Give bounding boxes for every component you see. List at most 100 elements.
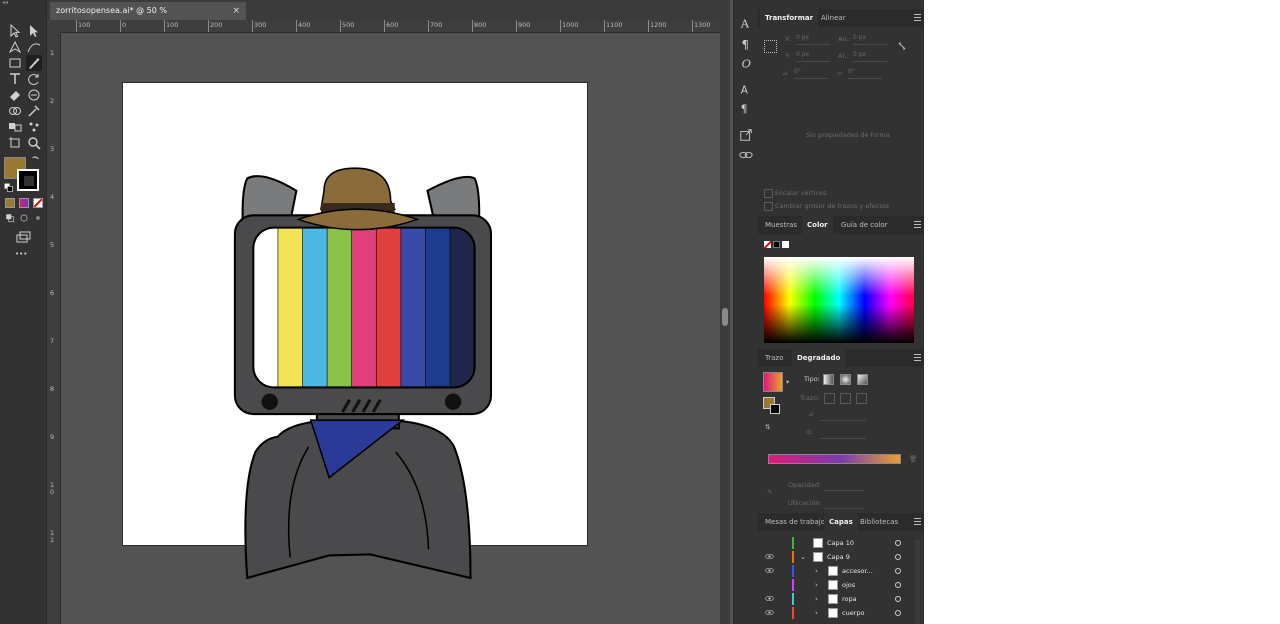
layers-scrollbar[interactable]: [915, 540, 920, 624]
opacity-field[interactable]: [824, 480, 864, 491]
expand-chevron-icon[interactable]: ›: [815, 606, 818, 620]
expand-chevron-icon[interactable]: ⌄: [800, 550, 806, 564]
scale-corners-checkbox[interactable]: [764, 189, 773, 198]
layer-name[interactable]: ojos: [842, 578, 855, 592]
freeform-gradient-button[interactable]: [857, 374, 868, 385]
vertical-ruler[interactable]: 1 2 3 4 5 6 7 8 9 10 11: [47, 32, 61, 624]
none-mode-icon[interactable]: [33, 198, 43, 208]
layer-target-icon[interactable]: [895, 610, 901, 616]
layer-target-icon[interactable]: [895, 554, 901, 560]
gradient-eyedropper-icon[interactable]: ✎: [767, 488, 772, 496]
opentype-panel-icon[interactable]: O: [739, 56, 753, 70]
tab-degradado[interactable]: Degradado: [792, 349, 846, 367]
default-colors-icon[interactable]: [4, 183, 13, 192]
visibility-eye-icon[interactable]: [765, 595, 774, 603]
character-panel-icon[interactable]: A: [739, 16, 753, 30]
layer-target-icon[interactable]: [895, 596, 901, 602]
radial-gradient-button[interactable]: [840, 374, 851, 385]
swap-colors-icon[interactable]: [31, 155, 40, 164]
tab-guia-de-color[interactable]: Guía de color: [836, 216, 893, 234]
panel-menu-icon[interactable]: [914, 14, 921, 21]
stroke-option-2-icon[interactable]: [840, 393, 851, 404]
panel-menu-icon[interactable]: [914, 354, 921, 361]
reference-point-icon[interactable]: [764, 40, 777, 53]
stroke-option-3-icon[interactable]: [856, 393, 867, 404]
expand-chevron-icon[interactable]: ›: [815, 592, 818, 606]
paragraph-panel-icon[interactable]: ¶: [739, 37, 753, 51]
selection-tool-icon[interactable]: [7, 23, 23, 39]
screen-mode-icon[interactable]: [15, 229, 31, 245]
document-tab[interactable]: zorritosopensea.ai* @ 50 % (CMYK/Previsu…: [50, 2, 246, 33]
tab-mesas-de-trabajo[interactable]: Mesas de trabajo: [760, 513, 830, 531]
gradient-preview-swatch[interactable]: [763, 372, 783, 392]
ruler-corner[interactable]: [47, 20, 60, 32]
rotate-tool-icon[interactable]: [26, 71, 42, 87]
links-icon[interactable]: [739, 148, 753, 162]
blend-tool-icon[interactable]: [7, 119, 23, 135]
layer-target-icon[interactable]: [895, 540, 901, 546]
tab-capas[interactable]: Capas: [824, 513, 858, 531]
layer-target-icon[interactable]: [895, 582, 901, 588]
width-field[interactable]: 0 px: [853, 34, 887, 45]
tab-muestras[interactable]: Muestras: [760, 216, 802, 234]
panel-grip[interactable]: ◂◂: [0, 0, 46, 6]
gradient-mode-icon[interactable]: [19, 198, 29, 208]
draw-normal-icon[interactable]: [5, 213, 15, 223]
height-field[interactable]: 0 px: [853, 51, 887, 62]
pen-tool-icon[interactable]: [7, 39, 23, 55]
paragraph-styles-icon[interactable]: ¶: [739, 101, 753, 115]
character-styles-icon[interactable]: A: [739, 82, 753, 96]
symbol-sprayer-tool-icon[interactable]: [26, 119, 42, 135]
stroke-swatch[interactable]: [17, 169, 39, 191]
tab-trazo[interactable]: Trazo: [760, 349, 788, 367]
location-field[interactable]: [824, 498, 864, 509]
visibility-eye-icon[interactable]: [765, 553, 774, 561]
scrollbar-thumb[interactable]: [722, 308, 728, 326]
layer-name[interactable]: Capa 9: [827, 550, 850, 564]
tab-transformar[interactable]: Transformar: [760, 9, 819, 27]
gradient-aspect-field[interactable]: [820, 428, 866, 439]
edit-toolbar-button[interactable]: •••: [15, 250, 27, 258]
layer-row[interactable]: › cuerpo: [758, 606, 924, 620]
zoom-tool-icon[interactable]: [26, 135, 42, 151]
scale-strokes-checkbox[interactable]: [764, 202, 773, 211]
layer-name[interactable]: accesor...: [842, 564, 873, 578]
layer-target-icon[interactable]: [895, 568, 901, 574]
layer-row[interactable]: Capa 10: [758, 536, 924, 550]
layer-name[interactable]: Capa 10: [827, 536, 854, 550]
draw-inside-icon[interactable]: [33, 213, 43, 223]
layer-name[interactable]: cuerpo: [842, 606, 864, 620]
linear-gradient-button[interactable]: [823, 374, 834, 385]
gradient-dropdown-icon[interactable]: ▾: [786, 378, 789, 386]
black-swatch[interactable]: [773, 241, 780, 248]
layer-row[interactable]: › ojos: [758, 578, 924, 592]
color-spectrum-picker[interactable]: [764, 257, 914, 343]
layer-name[interactable]: ropa: [842, 592, 857, 606]
stroke-option-1-icon[interactable]: [824, 393, 835, 404]
gradient-angle-field[interactable]: [820, 410, 866, 421]
shear-field[interactable]: 0°: [848, 68, 882, 79]
panel-menu-icon[interactable]: [914, 518, 921, 525]
close-tab-icon[interactable]: ×: [232, 2, 240, 20]
layer-row[interactable]: › accesor...: [758, 564, 924, 578]
visibility-eye-icon[interactable]: [765, 609, 774, 617]
type-tool-icon[interactable]: [7, 71, 23, 87]
gradient-slider[interactable]: [768, 454, 901, 464]
tab-bibliotecas[interactable]: Bibliotecas: [855, 513, 903, 531]
shape-builder-tool-icon[interactable]: [7, 103, 23, 119]
layer-row[interactable]: ⌄ Capa 9: [758, 550, 924, 564]
eraser-tool-icon[interactable]: [7, 87, 23, 103]
expand-chevron-icon[interactable]: ›: [815, 564, 818, 578]
rectangle-tool-icon[interactable]: [7, 55, 23, 71]
direct-selection-tool-icon[interactable]: [26, 23, 42, 39]
none-swatch[interactable]: [764, 241, 771, 248]
white-swatch[interactable]: [782, 241, 789, 248]
color-mode-icon[interactable]: [5, 198, 15, 208]
delete-stop-icon[interactable]: 🗑: [909, 455, 917, 463]
draw-behind-icon[interactable]: [19, 213, 29, 223]
y-field[interactable]: 0 px: [796, 51, 830, 62]
warp-tool-icon[interactable]: [26, 87, 42, 103]
reverse-gradient-icon[interactable]: ⇅: [765, 423, 770, 431]
gradient-stroke-swatch[interactable]: [770, 404, 780, 414]
tab-alinear[interactable]: Alinear: [816, 9, 851, 27]
